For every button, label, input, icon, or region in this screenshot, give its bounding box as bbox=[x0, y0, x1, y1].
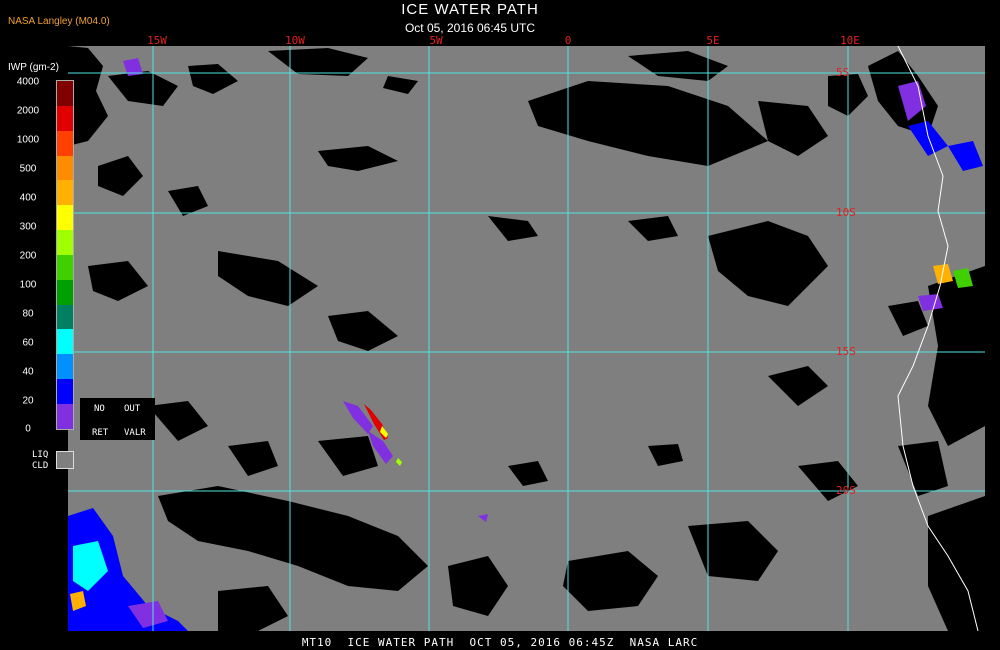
legend-title: IWP (gm-2) bbox=[8, 62, 59, 73]
grid-lines bbox=[68, 46, 985, 631]
colorbar-segment bbox=[57, 205, 73, 231]
legend-tick: 500 bbox=[19, 163, 37, 175]
satellite-map bbox=[68, 46, 985, 631]
colorbar-segment bbox=[57, 81, 73, 106]
no-retrieval-label: RET bbox=[92, 428, 109, 438]
image-timestamp: Oct 05, 2016 06:45 UTC bbox=[404, 21, 536, 35]
colorbar-segment bbox=[57, 304, 73, 330]
liquid-cloud-label: LIQ CLD bbox=[32, 450, 49, 471]
lat-label-15s: 15S bbox=[836, 345, 856, 358]
lat-label-10s: 10S bbox=[836, 206, 856, 219]
colorbar-segment bbox=[57, 279, 73, 305]
legend-tick: 80 bbox=[22, 308, 34, 320]
liquid-cloud-swatch bbox=[56, 451, 74, 469]
colorbar-segment bbox=[57, 403, 73, 429]
colorbar-segment bbox=[57, 329, 73, 355]
lat-label-20s: 20S bbox=[836, 484, 856, 497]
map-canvas bbox=[68, 46, 985, 631]
colorbar-segment bbox=[57, 155, 73, 181]
colorbar-segment bbox=[57, 230, 73, 255]
no-retrieval-label: NO bbox=[94, 404, 105, 414]
legend-tick: 300 bbox=[19, 221, 37, 233]
colorbar-segment bbox=[57, 354, 73, 380]
legend-tick: 2000 bbox=[16, 105, 40, 117]
colorbar-segment bbox=[57, 379, 73, 404]
colorbar-segment bbox=[57, 130, 73, 156]
footer-caption: MT10 ICE WATER PATH OCT 05, 2016 06:45Z … bbox=[301, 636, 699, 649]
cloud-free-regions bbox=[68, 46, 985, 631]
colorbar-segment bbox=[57, 180, 73, 206]
out-value-label: OUT bbox=[124, 404, 141, 414]
legend-tick: 400 bbox=[19, 192, 37, 204]
legend-tick: 100 bbox=[19, 279, 37, 291]
legend-tick: 1000 bbox=[16, 134, 40, 146]
legend-tick: 40 bbox=[22, 366, 34, 378]
colorbar bbox=[56, 80, 74, 430]
colorbar-segment bbox=[57, 254, 73, 280]
legend-tick: 60 bbox=[22, 337, 34, 349]
legend-tick: 200 bbox=[19, 250, 37, 262]
legend-tick: 0 bbox=[25, 423, 31, 435]
out-value-label: VALR bbox=[124, 428, 146, 438]
legend-tick: 20 bbox=[22, 395, 34, 407]
colorbar-segment bbox=[57, 105, 73, 131]
legend-tick: 4000 bbox=[16, 76, 40, 88]
no-retrieval-box: NO RET OUT VALR bbox=[80, 398, 155, 440]
lat-label-5s: 5S bbox=[836, 66, 850, 79]
image-title: ICE WATER PATH bbox=[401, 1, 539, 18]
